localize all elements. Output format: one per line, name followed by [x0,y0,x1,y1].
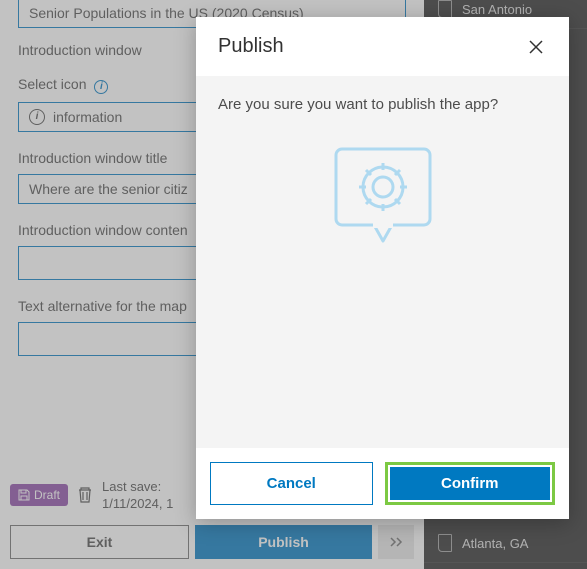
highlight-ring: Confirm [385,462,556,505]
dialog-title: Publish [218,35,284,58]
cancel-button[interactable]: Cancel [210,462,373,505]
publish-dialog: Publish Are you sure you want to publish… [196,17,569,519]
gear-bubble-icon [328,141,438,251]
dialog-message: Are you sure you want to publish the app… [218,96,498,113]
close-button[interactable] [525,36,547,58]
close-icon [529,40,543,54]
confirm-button[interactable]: Confirm [390,467,551,500]
